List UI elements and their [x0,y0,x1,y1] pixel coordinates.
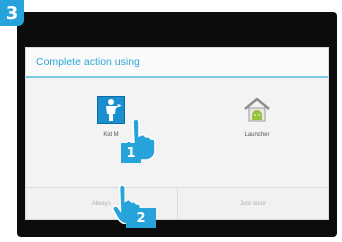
dialog-title: Complete action using [26,48,328,78]
launcher-app-icon [242,96,272,124]
app-choices: Kid M Launcher [26,78,328,180]
app-label-launcher: Launcher [244,132,270,138]
just-once-button[interactable]: Just once [176,188,329,219]
step-marker-2: 2 [126,208,156,228]
device-screen: Complete action using Kid M Launcher Alw… [17,12,337,237]
app-option-launcher[interactable]: Launcher [212,96,302,138]
kid-mode-app-icon [97,96,125,124]
complete-action-dialog: Complete action using Kid M Launcher Alw… [25,47,329,220]
dialog-action-bar: Always Just once [26,187,328,219]
step-marker-1: 1 [121,143,141,163]
app-label-kid-mode: Kid M [103,132,119,138]
step-number-badge: 3 [0,0,24,26]
